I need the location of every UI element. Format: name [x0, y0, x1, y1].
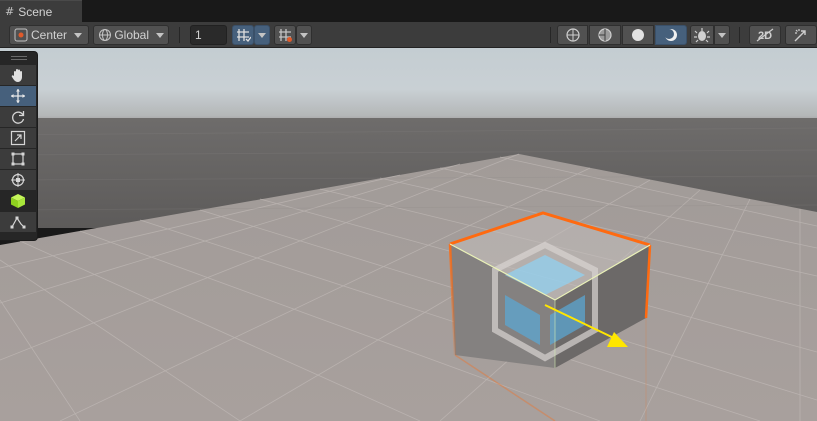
rotate-icon	[12, 111, 25, 124]
move-icon	[11, 89, 25, 103]
2d-view-toggle[interactable]: 2D	[749, 25, 781, 45]
gizmos-icon	[694, 28, 710, 43]
gizmos-dropdown[interactable]	[714, 25, 730, 45]
pivot-mode-label: Center	[31, 28, 68, 42]
lighting-mode-button[interactable]	[655, 25, 687, 45]
wireframe-mode-button[interactable]	[557, 25, 588, 45]
incremental-snap-dropdown[interactable]	[296, 25, 312, 45]
increment-snap-icon	[279, 29, 292, 42]
vertex-icon	[10, 216, 26, 229]
tools-overlay	[0, 51, 38, 241]
cube-icon	[11, 194, 25, 208]
hand-icon	[11, 69, 22, 82]
grid-snap-icon	[237, 29, 251, 42]
rotate-tool[interactable]	[0, 107, 36, 127]
grid-snap-value-field[interactable]	[190, 25, 227, 45]
scene-view[interactable]	[0, 48, 817, 421]
rect-icon	[11, 152, 25, 166]
shaded-icon	[632, 29, 644, 41]
hand-tool[interactable]	[0, 65, 36, 85]
chevron-down-icon	[74, 32, 83, 38]
probuilder-tool[interactable]	[0, 212, 36, 232]
toolbar-divider	[179, 27, 180, 43]
effects-icon	[794, 29, 806, 42]
tab-bar: # Scene	[0, 0, 817, 22]
drag-handle[interactable]	[0, 52, 37, 64]
pivot-rotation-dropdown[interactable]: Global	[93, 25, 169, 45]
scale-icon	[10, 130, 26, 146]
incremental-snap-toggle[interactable]	[274, 25, 296, 45]
tab-label: Scene	[18, 4, 53, 19]
grid-snapping-toggle[interactable]	[232, 25, 254, 45]
2d-icon: 2D	[756, 28, 774, 42]
pivot-mode-dropdown[interactable]: Center	[9, 25, 89, 45]
sky	[0, 48, 817, 123]
grid-snap-value-input[interactable]	[195, 28, 223, 42]
shaded-wireframe-mode-button[interactable]	[589, 25, 621, 45]
tab-scene[interactable]: # Scene	[0, 0, 82, 22]
effects-toggle[interactable]	[785, 25, 817, 45]
chevron-down-icon	[156, 32, 164, 38]
shaded-mode-button[interactable]	[622, 25, 654, 45]
lighting-icon	[664, 29, 677, 41]
scene-viewport[interactable]	[0, 48, 817, 421]
chevron-down-icon	[300, 32, 308, 38]
toolbar-divider	[739, 27, 740, 43]
globe-icon	[99, 29, 111, 41]
pivot-icon	[14, 28, 28, 42]
rect-tool[interactable]	[0, 149, 36, 169]
chevron-down-icon	[718, 32, 726, 38]
wireframe-icon	[565, 28, 580, 42]
grid-icon: #	[5, 5, 15, 18]
move-tool[interactable]	[0, 86, 36, 106]
scene-toolbar: Center Global 2D	[0, 22, 817, 48]
shaded-wireframe-icon	[598, 28, 612, 42]
transform-icon	[11, 173, 25, 187]
scale-tool[interactable]	[0, 128, 36, 148]
pivot-rotation-label: Global	[114, 28, 149, 42]
chevron-down-icon	[258, 32, 266, 38]
custom-tool[interactable]	[0, 191, 36, 211]
gizmos-toggle[interactable]	[690, 25, 714, 45]
transform-tool[interactable]	[0, 170, 36, 190]
toolbar-divider	[550, 27, 551, 43]
grid-snapping-dropdown[interactable]	[254, 25, 270, 45]
